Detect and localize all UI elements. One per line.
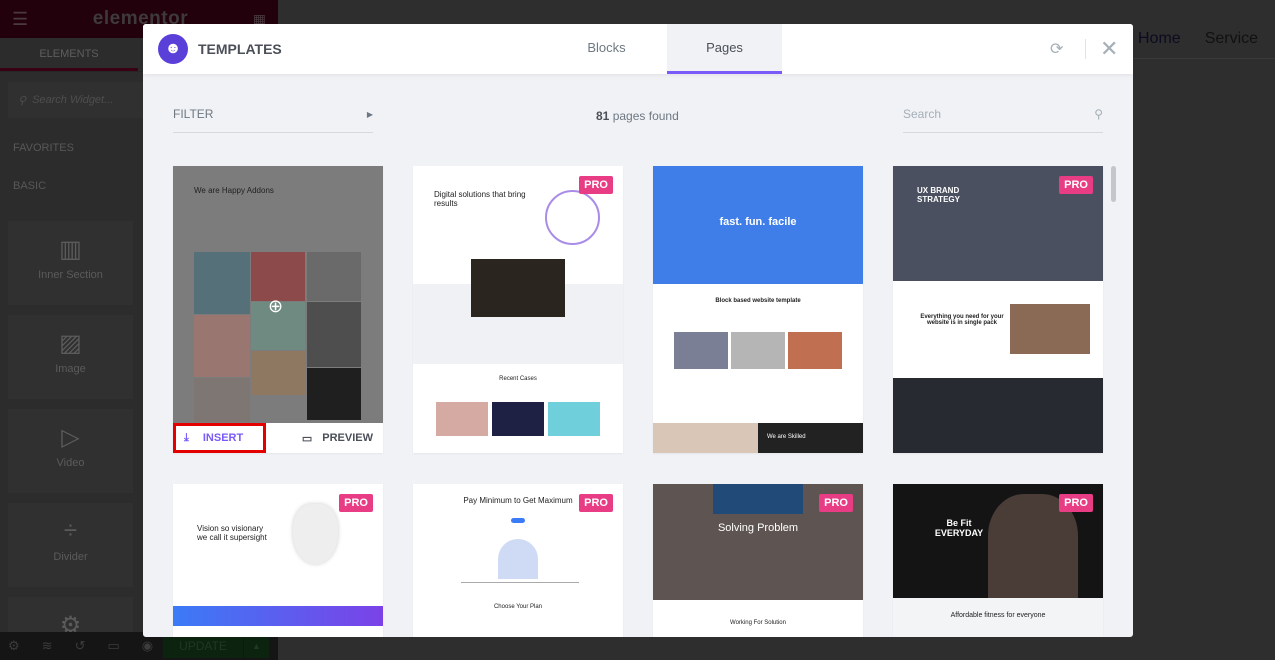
settings-icon[interactable]: ⚙ xyxy=(8,638,20,654)
template-card[interactable]: Digital solutions that bring results Rec… xyxy=(413,166,623,453)
divider-icon: ÷ xyxy=(63,517,78,544)
caret-right-icon: ▶ xyxy=(366,110,373,119)
modal-title: TEMPLATES xyxy=(198,41,282,57)
template-card[interactable]: Pay Minimum to Get Maximum Choose Your P… xyxy=(413,484,623,637)
columns-icon: ▥ xyxy=(59,236,82,263)
template-card[interactable]: Vision so visionary we call it supersigh… xyxy=(173,484,383,637)
card-actions: ⤓ INSERT ▭ PREVIEW xyxy=(173,423,383,453)
download-icon: ⤓ xyxy=(184,431,189,444)
tab-elements[interactable]: ELEMENTS xyxy=(0,38,138,71)
update-button[interactable]: UPDATE xyxy=(163,635,243,658)
divider xyxy=(1085,39,1086,59)
insert-button[interactable]: ⤓ INSERT xyxy=(173,423,266,453)
search-icon: ⚲ xyxy=(18,94,27,107)
widget-inner-section[interactable]: ▥ Inner Section xyxy=(8,221,133,305)
sync-icon[interactable]: ⟳ xyxy=(1050,39,1063,59)
preview-button[interactable]: ▭ PREVIEW xyxy=(302,432,383,445)
page-nav: Home Service xyxy=(1138,30,1258,48)
video-icon: ▷ xyxy=(61,424,80,451)
pro-badge: PRO xyxy=(1059,176,1093,194)
tab-pages[interactable]: Pages xyxy=(667,24,782,74)
close-icon[interactable]: ✕ xyxy=(1100,36,1118,62)
preview-eye-icon[interactable]: ◉ xyxy=(142,638,153,654)
template-card[interactable]: fast. fun. facile Block based website te… xyxy=(653,166,863,453)
responsive-icon[interactable]: ▭ xyxy=(107,638,119,654)
happy-addons-logo-icon: ☻ xyxy=(158,34,188,64)
widget-divider[interactable]: ÷ Divider xyxy=(8,503,133,587)
image-icon: ▨ xyxy=(59,330,82,357)
widget-image[interactable]: ▨ Image xyxy=(8,315,133,399)
nav-service[interactable]: Service xyxy=(1205,30,1258,48)
pro-badge: PRO xyxy=(819,494,853,512)
modal-header: ☻ TEMPLATES Blocks Pages ⟳ ✕ xyxy=(143,24,1133,74)
layers-icon[interactable]: ≋ xyxy=(42,638,53,654)
widget-video[interactable]: ▷ Video xyxy=(8,409,133,493)
pro-badge: PRO xyxy=(579,494,613,512)
template-card[interactable]: We are Happy Addons ⊕ ⤓ INSERT ▭ PREVIEW xyxy=(173,166,383,453)
pro-badge: PRO xyxy=(339,494,373,512)
zoom-in-icon[interactable]: ⊕ xyxy=(268,296,283,317)
hamburger-icon[interactable]: ☰ xyxy=(12,9,28,30)
filter-dropdown[interactable]: FILTER ▶ xyxy=(173,107,373,133)
template-search-input[interactable]: Search ⚲ xyxy=(903,107,1103,133)
templates-modal: ☻ TEMPLATES Blocks Pages ⟳ ✕ FILTER ▶ 81 … xyxy=(143,24,1133,637)
scrollbar[interactable] xyxy=(1111,166,1116,202)
template-card[interactable]: UX BRAND STRATEGY Everything you need fo… xyxy=(893,166,1103,453)
template-card[interactable]: Be Fit EVERYDAY Affordable fitness for e… xyxy=(893,484,1103,637)
pro-badge: PRO xyxy=(579,176,613,194)
search-icon: ⚲ xyxy=(1094,107,1103,121)
divider xyxy=(1133,58,1275,59)
tab-blocks[interactable]: Blocks xyxy=(555,24,658,74)
history-icon[interactable]: ↺ xyxy=(75,638,86,654)
monitor-icon: ▭ xyxy=(301,432,313,445)
template-card[interactable]: Solving Problem Working For Solution PRO xyxy=(653,484,863,637)
nav-home[interactable]: Home xyxy=(1138,30,1181,48)
pro-badge: PRO xyxy=(1059,494,1093,512)
results-count: 81 pages found xyxy=(596,109,679,123)
update-options-button[interactable]: ▲ xyxy=(244,635,269,658)
widget-more[interactable]: ⚙ xyxy=(8,597,133,639)
